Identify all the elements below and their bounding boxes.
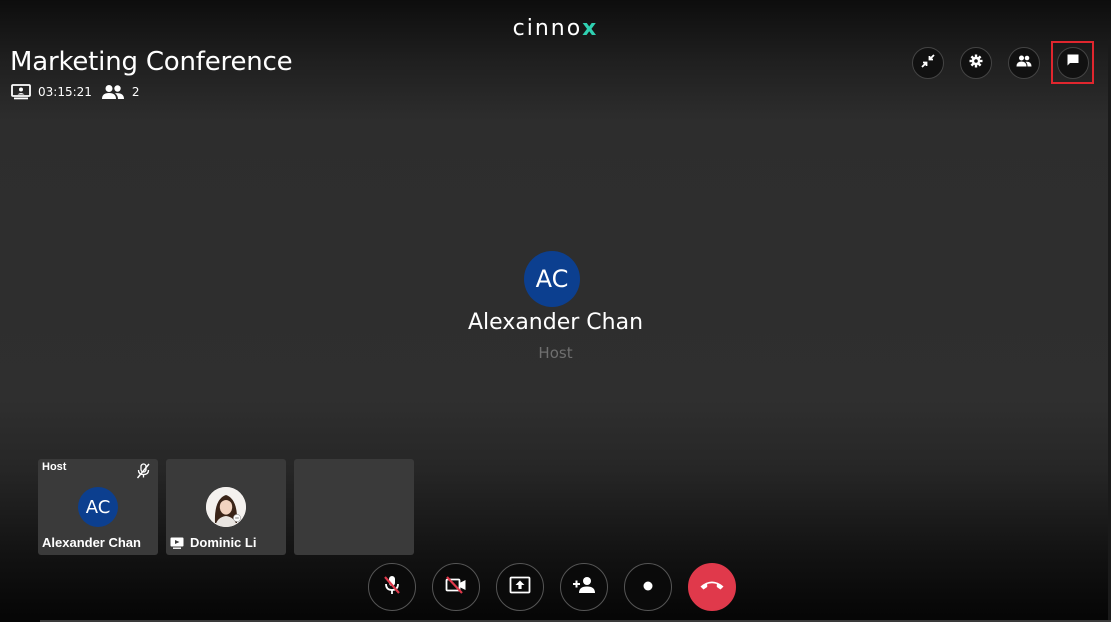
share-screen-button[interactable]	[496, 563, 544, 611]
participant-photo	[206, 487, 246, 527]
chat-button-highlight	[1051, 41, 1094, 84]
people-icon	[1016, 54, 1032, 72]
call-controls	[368, 563, 736, 611]
add-person-icon	[572, 576, 596, 599]
tile-name: Alexander Chan	[42, 535, 141, 550]
tile-name: Dominic Li	[170, 535, 256, 550]
meeting-meta: 03:15:21 2	[10, 83, 148, 101]
main-speaker-name: Alexander Chan	[467, 310, 644, 335]
presentation-icon	[10, 83, 32, 101]
gear-icon	[969, 54, 983, 73]
add-participant-button[interactable]	[560, 563, 608, 611]
end-call-button[interactable]	[688, 563, 736, 611]
top-toolbar	[896, 41, 1094, 84]
main-speaker-avatar: AC	[524, 251, 580, 307]
phone-hangup-icon	[699, 578, 725, 596]
share-screen-icon	[509, 576, 531, 599]
tile-role: Host	[42, 461, 67, 473]
screen-share-icon	[170, 537, 184, 549]
record-button[interactable]	[624, 563, 672, 611]
meeting-title: Marketing Conference	[10, 47, 293, 77]
main-speaker-role: Host	[538, 344, 573, 362]
app-logo: cinnox	[512, 16, 599, 41]
microphone-off-icon	[136, 463, 150, 484]
chat-button[interactable]	[1056, 46, 1089, 79]
record-dot-icon	[643, 578, 653, 596]
people-icon	[100, 83, 126, 101]
mute-microphone-button[interactable]	[368, 563, 416, 611]
microphone-off-icon	[382, 574, 402, 601]
minimize-button[interactable]	[912, 47, 944, 79]
participant-tile[interactable]: Host AC Alexander Chan	[38, 459, 158, 555]
settings-button[interactable]	[960, 47, 992, 79]
tile-avatar: AC	[78, 487, 118, 527]
toggle-camera-button[interactable]	[432, 563, 480, 611]
chat-bubble-icon	[1066, 53, 1080, 72]
participants-button[interactable]	[1008, 47, 1040, 79]
camera-off-icon	[445, 575, 467, 599]
meeting-duration: 03:15:21	[38, 85, 92, 99]
participant-count: 2	[131, 85, 140, 99]
collapse-arrows-icon	[921, 53, 935, 73]
empty-participant-tile	[294, 459, 414, 555]
participant-tile[interactable]: Dominic Li	[166, 459, 286, 555]
